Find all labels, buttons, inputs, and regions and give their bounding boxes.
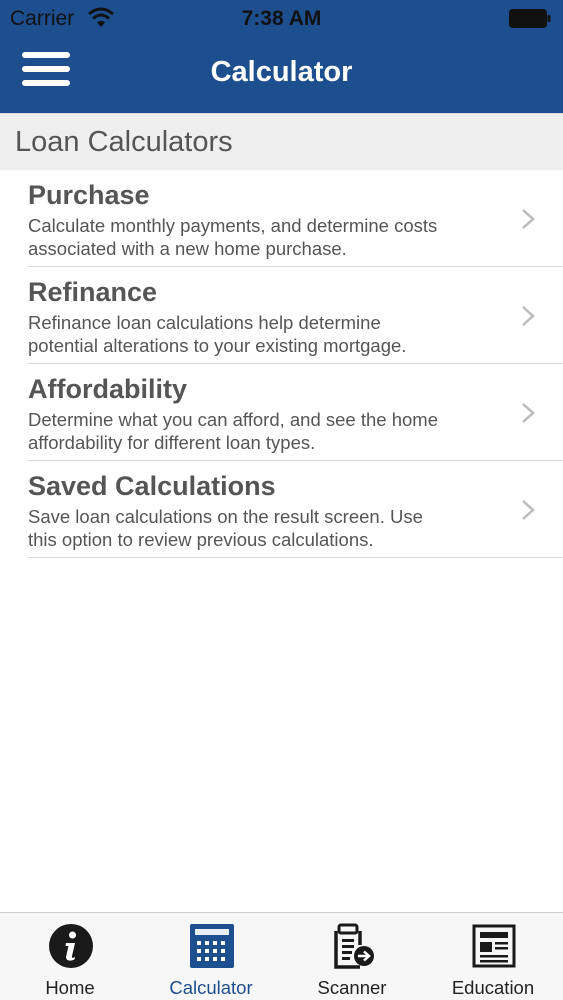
tab-bar: Home Calculator Scanner Education	[0, 912, 563, 1000]
item-title: Purchase	[28, 180, 150, 210]
item-description-line: this option to review previous calculati…	[28, 529, 374, 550]
chevron-right-icon	[522, 209, 535, 229]
list-item-refinance[interactable]: Refinance Refinance loan calculations he…	[0, 267, 563, 364]
tab-label: Education	[451, 977, 535, 998]
battery-icon	[509, 9, 551, 28]
page-title: Calculator	[210, 56, 353, 88]
tab-scanner[interactable]: Scanner	[282, 913, 422, 1000]
item-title: Saved Calculations	[28, 471, 276, 501]
item-description-line: affordability for different loan types.	[28, 432, 316, 453]
item-title: Affordability	[28, 374, 187, 404]
section-header: Loan Calculators	[0, 113, 563, 170]
item-description: Determine what you can afford, and see t…	[28, 408, 503, 454]
scanner-icon	[334, 923, 374, 969]
tab-home[interactable]: Home	[0, 913, 140, 1000]
item-description-line: Refinance loan calculations help determi…	[28, 312, 381, 333]
item-description-line: Save loan calculations on the result scr…	[28, 506, 423, 527]
tab-education[interactable]: Education	[423, 913, 563, 1000]
calculator-list: Purchase Calculate monthly payments, and…	[0, 170, 563, 558]
chevron-right-icon	[522, 500, 535, 520]
newspaper-icon	[472, 924, 516, 968]
item-description-line: potential alterations to your existing m…	[28, 335, 407, 356]
section-title: Loan Calculators	[15, 126, 233, 158]
info-icon	[49, 924, 93, 968]
item-description: Refinance loan calculations help determi…	[28, 311, 503, 357]
item-description: Save loan calculations on the result scr…	[28, 505, 503, 551]
tab-label: Home	[45, 977, 95, 998]
list-item-saved-calculations[interactable]: Saved Calculations Save loan calculation…	[0, 461, 563, 558]
tab-label: Calculator	[169, 977, 253, 998]
item-title: Refinance	[28, 277, 158, 307]
clock: 7:38 AM	[241, 7, 322, 30]
list-item-purchase[interactable]: Purchase Calculate monthly payments, and…	[0, 170, 563, 267]
tab-label: Scanner	[317, 977, 387, 998]
calculator-icon	[190, 924, 234, 968]
tab-calculator[interactable]: Calculator	[141, 913, 281, 1000]
navigation-bar: Calculator	[0, 38, 563, 113]
list-item-affordability[interactable]: Affordability Determine what you can aff…	[0, 364, 563, 461]
chevron-right-icon	[522, 403, 535, 423]
item-description-line: Calculate monthly payments, and determin…	[28, 215, 438, 236]
item-description-line: associated with a new home purchase.	[28, 238, 347, 259]
chevron-right-icon	[522, 306, 535, 326]
item-description-line: Determine what you can afford, and see t…	[28, 409, 438, 430]
item-description: Calculate monthly payments, and determin…	[28, 214, 503, 260]
status-bar: Carrier 7:38 AM	[0, 0, 563, 38]
top-bar: Carrier 7:38 AM Calculator	[0, 0, 563, 113]
